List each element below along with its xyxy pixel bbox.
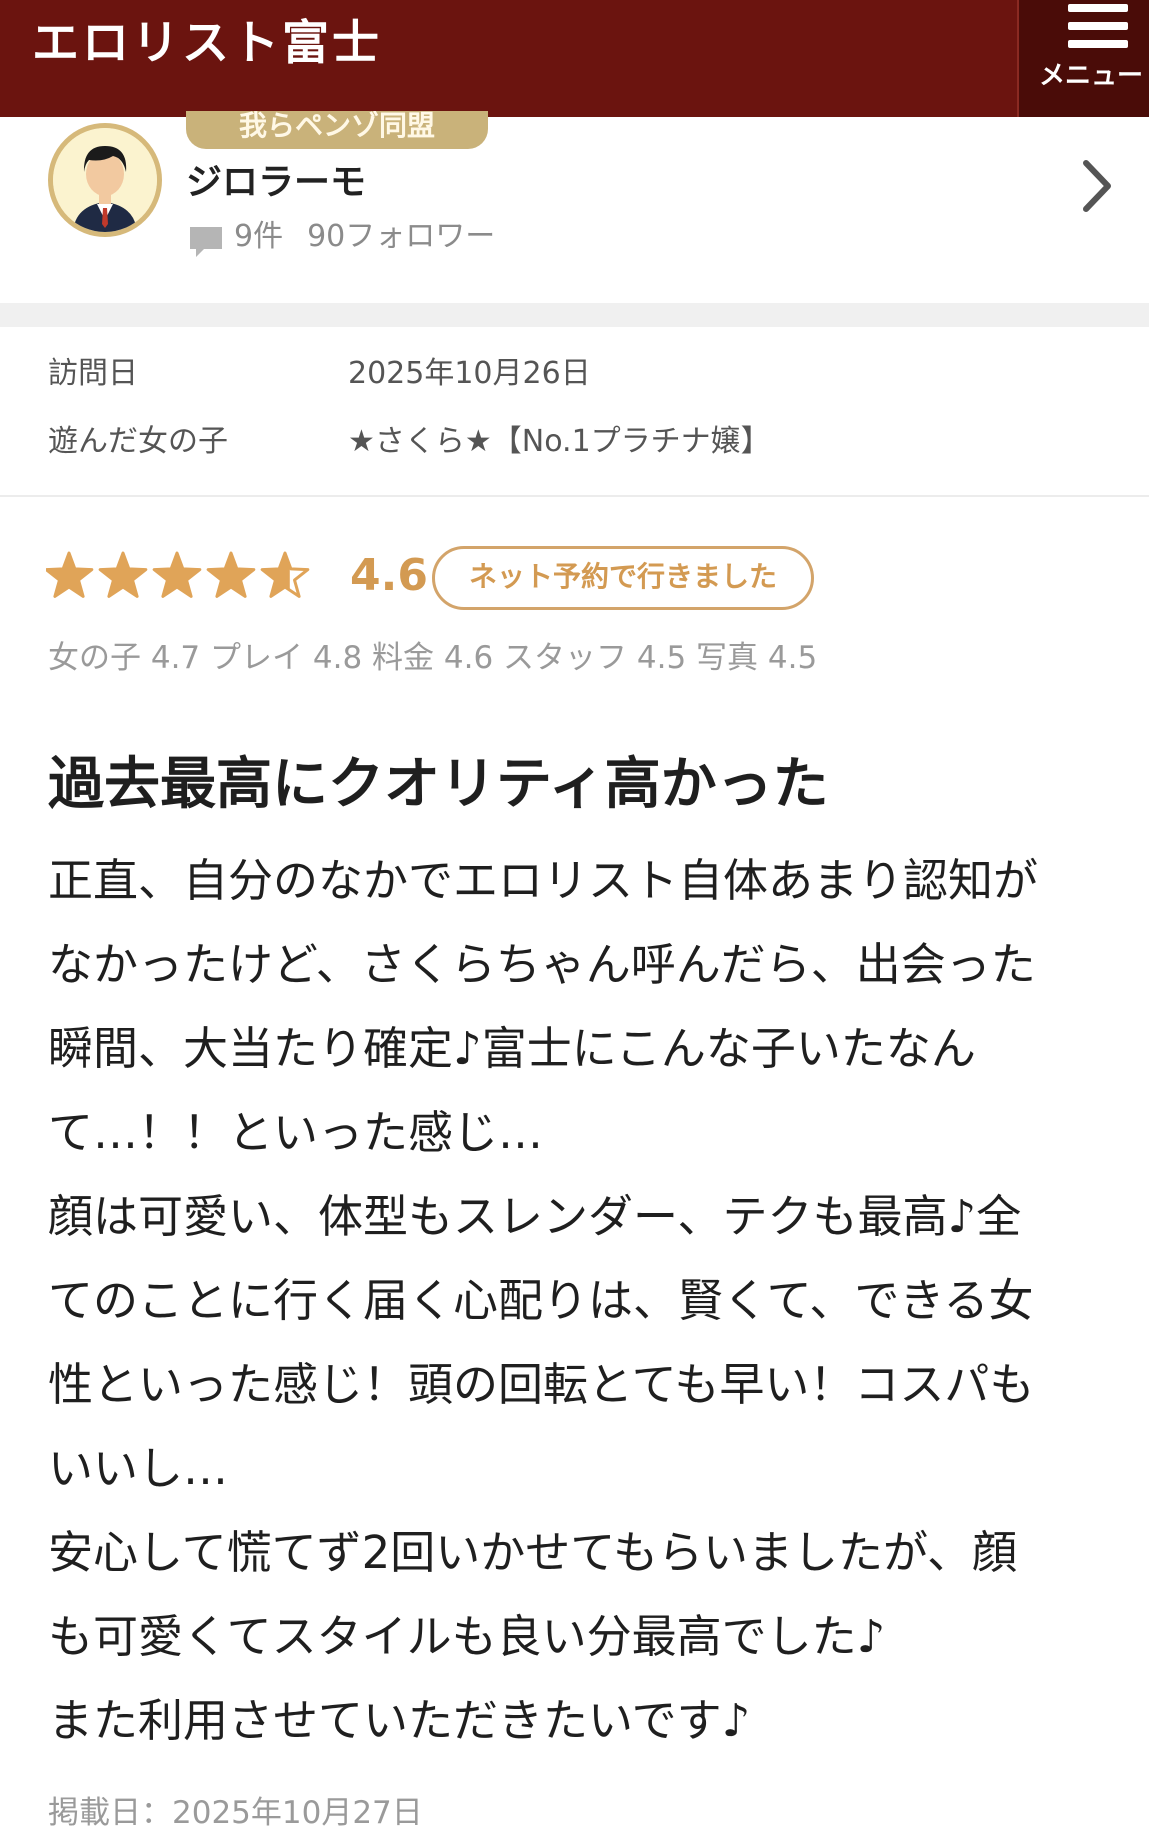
- section-divider: [0, 303, 1149, 327]
- review-line: 性といった感じ！頭の回転とても早い！コスパも: [48, 1358, 1035, 1411]
- review-line: 正直、自分のなかでエロリスト自体あまり認知が: [48, 854, 1039, 907]
- review-line: 瞬間、大当たり確定♪富士にこんな子いたなん: [48, 1022, 976, 1075]
- sub-ratings: 女の子 4.7 プレイ 4.8 料金 4.6 スタッフ 4.5 写真 4.5: [48, 640, 818, 676]
- reviewer-stats: 9件 90フォロワー: [234, 217, 495, 257]
- visit-date-label: 訪問日: [48, 356, 138, 391]
- follower-count: 90フォロワー: [307, 219, 496, 254]
- review-line: て…！！といった感じ…: [48, 1106, 544, 1159]
- review-line: 顔は可愛い、体型もスレンダー、テクも最高♪全: [48, 1190, 1022, 1243]
- menu-button[interactable]: メニュー: [1017, 0, 1149, 117]
- avatar: [48, 123, 162, 237]
- comment-icon: [190, 227, 222, 257]
- rating-score: 4.6: [350, 550, 428, 601]
- menu-label: メニュー: [1039, 61, 1144, 91]
- hamburger-icon: [1068, 4, 1128, 52]
- reviewer-profile-link[interactable]: 我らペンゾ同盟 ジロラーモ 9件 90フォロワー: [0, 111, 1149, 303]
- review-line: も可愛くてスタイルも良い分最高でした♪: [48, 1610, 886, 1663]
- star-full-icon: [46, 551, 94, 598]
- avatar-illustration-icon: [53, 128, 157, 232]
- girl-row: 遊んだ女の子 ★さくら★【No.1プラチナ嬢】: [0, 412, 1149, 472]
- review-line: また利用させていただきたいです♪: [48, 1694, 751, 1747]
- review-line: なかったけど、さくらちゃん呼んだら、出会った: [48, 938, 1036, 991]
- reservation-badge: ネット予約で行きました: [432, 546, 814, 610]
- chevron-right-icon: [1083, 160, 1111, 212]
- review-body: 正直、自分のなかでエロリスト自体あまり認知が なかったけど、さくらちゃん呼んだら、…: [48, 839, 1108, 1763]
- posted-date: 掲載日：2025年10月27日: [48, 1795, 423, 1831]
- star-full-icon: [98, 551, 148, 598]
- rank-badge: 我らペンゾ同盟: [186, 111, 488, 149]
- site-header: エロリスト富士 メニュー: [0, 0, 1149, 117]
- star-half-icon: [260, 551, 310, 598]
- girl-value[interactable]: ★さくら★【No.1プラチナ嬢】: [348, 412, 771, 472]
- reviewer-name: ジロラーモ: [186, 162, 367, 203]
- visit-date-row: 訪問日 2025年10月26日: [0, 344, 1149, 404]
- post-count: 9件: [234, 219, 284, 254]
- review-line: 安心して慌てず2回いかせてもらいましたが、顔: [48, 1526, 1018, 1579]
- star-full-icon: [152, 551, 202, 598]
- girl-label: 遊んだ女の子: [48, 424, 228, 459]
- section-divider: [0, 495, 1149, 497]
- visit-date-value: 2025年10月26日: [348, 356, 591, 391]
- review-title: 過去最高にクオリティ高かった: [48, 752, 829, 817]
- star-rating: [46, 551, 310, 598]
- review-line: てのことに行く届く心配りは、賢くて、できる女: [48, 1274, 1034, 1327]
- star-full-icon: [206, 551, 256, 598]
- site-title[interactable]: エロリスト富士: [32, 14, 382, 74]
- review-line: いいし…: [48, 1442, 229, 1495]
